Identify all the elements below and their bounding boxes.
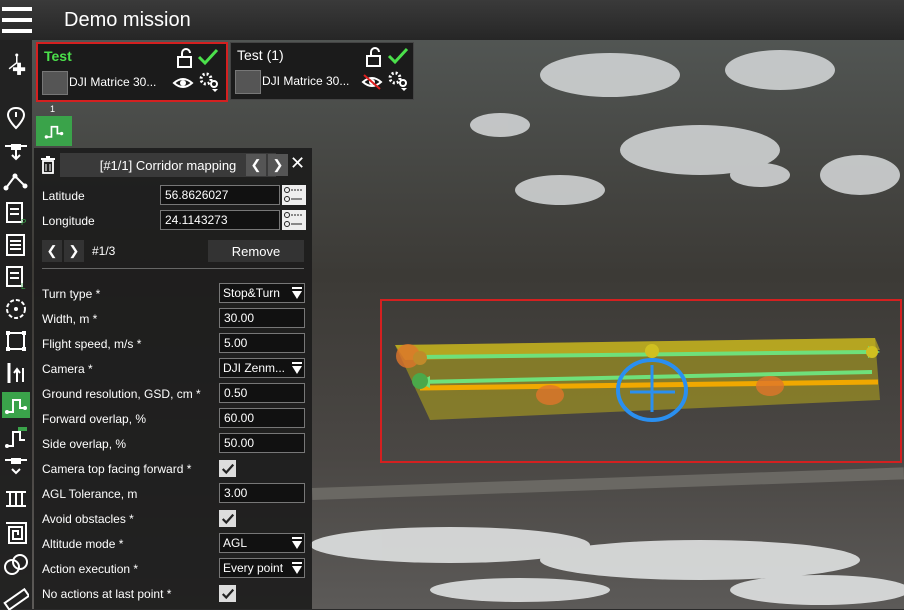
checkmark-icon: [221, 588, 234, 599]
lines-plan-icon[interactable]: L: [2, 264, 30, 290]
point-counter: #1/3: [92, 244, 116, 258]
corridor-alt-icon[interactable]: [2, 424, 30, 450]
setting-label: AGL Tolerance, m: [42, 487, 138, 501]
drone-model: DJI Matrice 30...: [262, 74, 350, 88]
setting-input[interactable]: 60.00: [219, 408, 305, 428]
prev-item-button[interactable]: ❮: [246, 154, 266, 176]
circle-icon[interactable]: [2, 296, 30, 322]
waypoint-icon[interactable]: [2, 106, 30, 132]
setting-input[interactable]: 0.50: [219, 383, 305, 403]
svg-text:P: P: [21, 218, 26, 226]
drone-thumbnail: [42, 71, 68, 95]
setting-input[interactable]: 3.00: [219, 483, 305, 503]
setting-label: Width, m *: [42, 312, 98, 326]
setting-label: Ground resolution, GSD, cm *: [42, 387, 201, 401]
mission-item-number: 1: [50, 104, 56, 114]
setting-input[interactable]: 50.00: [219, 433, 305, 453]
setting-select-value: AGL: [223, 536, 248, 550]
setting-select[interactable]: AGL: [219, 533, 305, 553]
polyline-icon[interactable]: [2, 168, 30, 194]
drone-name: Test: [44, 48, 72, 64]
setting-label: No actions at last point *: [42, 587, 172, 601]
drone-route-icon[interactable]: [2, 136, 30, 162]
setting-checkbox[interactable]: [219, 460, 236, 477]
setting-input[interactable]: 30.00: [219, 308, 305, 328]
setting-label: Turn type *: [42, 287, 101, 301]
setting-label: Camera top facing forward *: [42, 462, 192, 476]
setting-select[interactable]: Every point: [219, 558, 305, 578]
setting-select-value: Every point: [223, 561, 284, 575]
next-item-button[interactable]: ❯: [268, 154, 288, 176]
coordinate-tools-icon[interactable]: [282, 185, 306, 205]
mission-title: Demo mission: [64, 8, 191, 31]
facade-icon[interactable]: [2, 486, 30, 512]
trash-icon[interactable]: [40, 156, 56, 174]
top-bar: Demo mission: [0, 0, 904, 40]
left-toolbar: P L: [0, 40, 32, 610]
checkmark-icon: [221, 513, 234, 524]
setting-label: Flight speed, m/s *: [42, 337, 142, 351]
drone-down-icon[interactable]: [2, 452, 30, 478]
divider: [42, 268, 304, 269]
panel-title: [#1/1] Corridor mapping: [60, 153, 276, 177]
check-icon[interactable]: [197, 46, 219, 68]
ruler-icon[interactable]: [2, 584, 30, 610]
mission-item-panel: [#1/1] Corridor mapping ❮ ❯ ✕ Latitude 5…: [34, 148, 312, 609]
setting-select-value: Stop&Turn: [223, 286, 280, 300]
check-icon[interactable]: [387, 45, 409, 67]
corridor-mapping-icon[interactable]: [2, 392, 30, 418]
checkmark-icon: [221, 463, 234, 474]
setting-checkbox[interactable]: [219, 510, 236, 527]
unlock-icon[interactable]: [363, 46, 385, 68]
drone-card-selected[interactable]: Test DJI Matrice 30...: [36, 42, 228, 102]
remove-point-button[interactable]: Remove: [208, 240, 304, 262]
setting-label: Forward overlap, %: [42, 412, 147, 426]
drone-card[interactable]: Test (1) DJI Matrice 30...: [230, 42, 414, 100]
mission-item-tab[interactable]: 1: [36, 104, 72, 146]
eye-icon[interactable]: [172, 72, 194, 94]
setting-label: Avoid obstacles *: [42, 512, 134, 526]
setting-label: Altitude mode *: [42, 537, 124, 551]
setting-select[interactable]: Stop&Turn: [219, 283, 305, 303]
corridor-mapping-icon[interactable]: [36, 116, 72, 146]
setting-input[interactable]: 5.00: [219, 333, 305, 353]
dropdown-arrow-icon: [292, 287, 302, 299]
settings-icon[interactable]: [198, 70, 220, 92]
panel-header: [#1/1] Corridor mapping ❮ ❯ ✕: [34, 150, 312, 180]
dropdown-arrow-icon: [292, 362, 302, 374]
dropdown-arrow-icon: [292, 537, 302, 549]
grid-plan-icon[interactable]: [2, 232, 30, 258]
setting-label: Side overlap, %: [42, 437, 127, 451]
settings-icon[interactable]: [387, 69, 409, 91]
eye-hidden-icon[interactable]: [361, 71, 383, 93]
setting-checkbox[interactable]: [219, 585, 236, 602]
square-area-icon[interactable]: [2, 328, 30, 354]
vertical-scan-icon[interactable]: [2, 360, 30, 386]
setting-label: Action execution *: [42, 562, 139, 576]
latitude-label: Latitude: [42, 189, 85, 203]
longitude-input[interactable]: 24.1143273: [160, 210, 280, 230]
photo-plan-icon[interactable]: P: [2, 200, 30, 226]
drone-thumbnail: [235, 70, 261, 94]
add-route-icon[interactable]: [2, 48, 30, 82]
dropdown-arrow-icon: [292, 562, 302, 574]
drone-name: Test (1): [237, 47, 284, 63]
drone-model: DJI Matrice 30...: [69, 75, 157, 89]
prev-point-button[interactable]: ❮: [42, 240, 62, 262]
next-point-button[interactable]: ❯: [64, 240, 84, 262]
close-icon[interactable]: ✕: [290, 153, 305, 174]
spiral-icon[interactable]: [2, 520, 30, 546]
setting-label: Camera *: [42, 362, 93, 376]
latitude-input[interactable]: 56.8626027: [160, 185, 280, 205]
svg-text:L: L: [21, 282, 26, 290]
coordinate-tools-icon[interactable]: [282, 210, 306, 230]
orbit-icon[interactable]: [2, 552, 30, 578]
setting-select[interactable]: DJI Zenm...: [219, 358, 305, 378]
setting-select-value: DJI Zenm...: [223, 361, 286, 375]
longitude-label: Longitude: [42, 214, 95, 228]
unlock-icon[interactable]: [174, 47, 196, 69]
menu-icon[interactable]: [2, 7, 32, 33]
